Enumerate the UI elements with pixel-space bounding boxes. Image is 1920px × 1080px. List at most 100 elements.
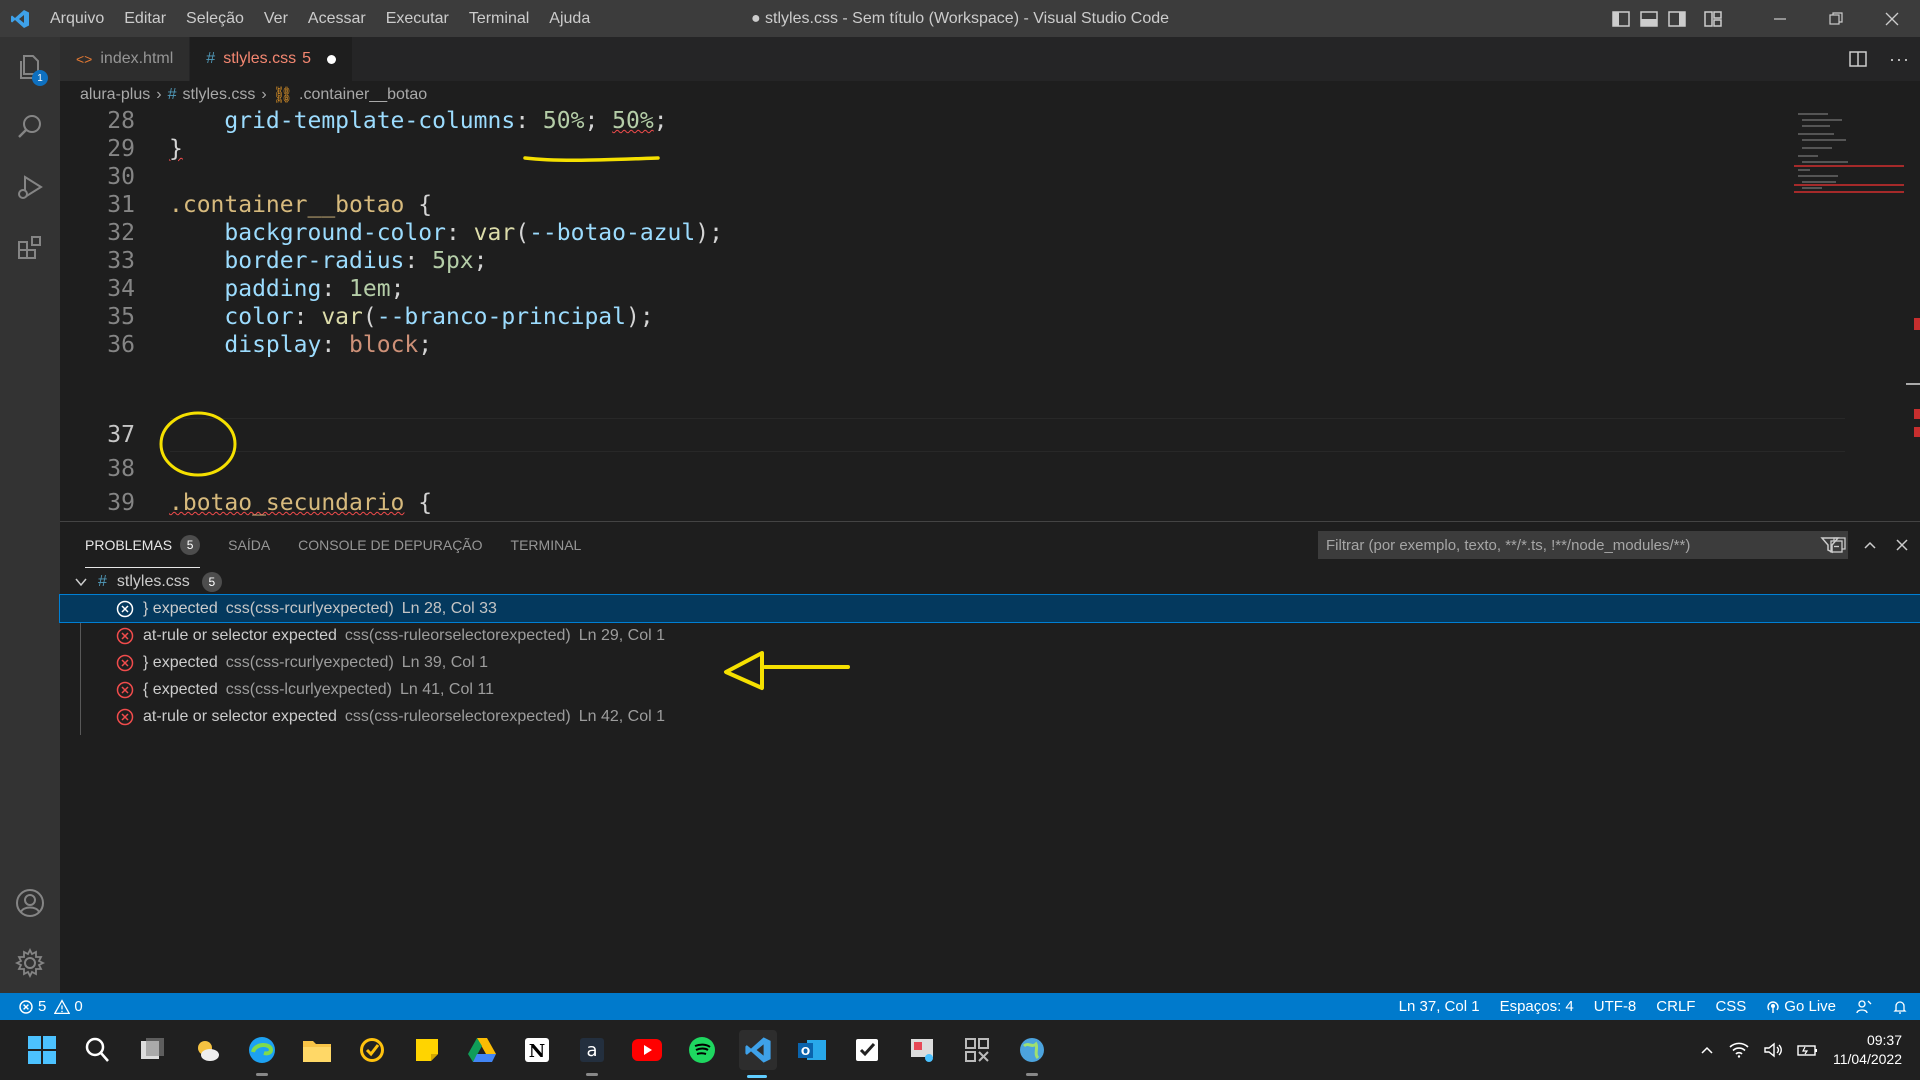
language-mode[interactable]: CSS (1715, 998, 1746, 1015)
toggle-secondary-sidebar-icon[interactable] (1668, 10, 1686, 27)
tab-label: stlyles.css (223, 50, 297, 67)
taskbar-amazon[interactable]: a (574, 1032, 610, 1076)
taskbar-google-drive[interactable] (464, 1032, 500, 1068)
sticky-note-icon (416, 1039, 438, 1061)
toggle-sidebar-icon[interactable] (1612, 10, 1630, 27)
problem-location: Ln 28, Col 33 (401, 599, 497, 617)
restore-button[interactable] (1808, 0, 1864, 37)
notifications-bell-icon[interactable] (1892, 999, 1908, 1015)
error-icon (116, 600, 134, 617)
taskbar-globe-app[interactable] (1014, 1032, 1050, 1076)
line-number: 39 (107, 490, 135, 516)
battery-icon[interactable] (1797, 1042, 1819, 1058)
problem-item[interactable]: at-rule or selector expected css(css-rul… (60, 622, 1920, 649)
snipping-tool-icon (911, 1039, 933, 1062)
chevron-up-icon[interactable] (1699, 1042, 1715, 1058)
menu-acessar[interactable]: Acessar (298, 10, 376, 28)
css-icon: # (206, 50, 216, 67)
go-live-button[interactable]: Go Live (1766, 998, 1836, 1015)
taskbar-notion[interactable]: N (519, 1032, 555, 1068)
task-view-icon (141, 1038, 164, 1059)
taskbar-sticky-notes[interactable] (409, 1032, 445, 1068)
encoding[interactable]: UTF-8 (1594, 998, 1637, 1015)
menu-executar[interactable]: Executar (376, 10, 459, 28)
customize-layout-icon[interactable] (1704, 10, 1722, 27)
taskbar-outlook[interactable]: O (794, 1032, 830, 1068)
accounts-button[interactable] (0, 873, 60, 933)
feedback-icon[interactable] (1856, 999, 1872, 1015)
minimize-button[interactable] (1752, 0, 1808, 37)
taskbar-spotify[interactable] (684, 1032, 720, 1068)
taskbar-file-explorer[interactable] (299, 1032, 335, 1068)
more-actions-icon[interactable]: ··· (1889, 49, 1910, 70)
indentation[interactable]: Espaços: 4 (1500, 998, 1574, 1015)
close-panel-icon[interactable] (1894, 537, 1910, 553)
toggle-panel-icon[interactable] (1640, 10, 1658, 27)
tab-problemas[interactable]: PROBLEMAS 5 (85, 522, 201, 568)
cursor-position[interactable]: Ln 37, Col 1 (1399, 998, 1480, 1015)
explorer-button[interactable]: 1 (0, 37, 60, 97)
close-window-button[interactable] (1864, 0, 1920, 37)
problem-message: { expected (143, 680, 218, 698)
line-code: grid-template-columns: 50%; 50%; (169, 109, 668, 134)
menu-ajuda[interactable]: Ajuda (539, 10, 600, 28)
taskbar-app-norton[interactable] (354, 1032, 390, 1068)
taskbar-app-grid[interactable] (959, 1032, 995, 1068)
taskbar-task-view[interactable] (134, 1032, 170, 1068)
maximize-panel-icon[interactable] (1862, 537, 1878, 553)
problem-location: Ln 42, Col 1 (578, 707, 666, 725)
title-bar: Arquivo Editar Seleção Ver Acessar Execu… (0, 0, 1920, 37)
line-number: 31 (107, 192, 135, 218)
line-number: 29 (107, 136, 135, 162)
problems-file-header[interactable]: # stlyles.css 5 (74, 569, 222, 595)
code-editor[interactable]: 28 grid-template-columns: 50%; 50%; 29 }… (60, 109, 1920, 521)
taskbar-snipping-tool[interactable] (904, 1032, 940, 1068)
breadcrumb-symbol[interactable]: .container__botao (299, 86, 427, 104)
tab-stlyles-css[interactable]: # stlyles.css 5 (190, 37, 353, 81)
menu-ver[interactable]: Ver (254, 10, 298, 28)
problem-item[interactable]: } expected css(css-rcurlyexpected) Ln 28… (59, 594, 1920, 623)
menu-terminal[interactable]: Terminal (459, 10, 539, 28)
start-button[interactable] (24, 1032, 60, 1068)
tab-terminal[interactable]: TERMINAL (511, 522, 582, 568)
problem-item[interactable]: } expected css(css-rcurlyexpected) Ln 39… (60, 649, 1920, 676)
taskbar-youtube[interactable] (629, 1032, 665, 1068)
collapse-all-icon[interactable] (1830, 537, 1846, 553)
app-grid-icon (965, 1038, 989, 1062)
breadcrumb-root[interactable]: alura-plus (80, 86, 150, 104)
edge-icon (249, 1037, 275, 1063)
tab-index-html[interactable]: <> index.html (60, 37, 191, 81)
wifi-icon[interactable] (1729, 1042, 1749, 1058)
taskbar-vscode[interactable] (739, 1030, 777, 1078)
volume-icon[interactable] (1763, 1042, 1783, 1058)
menu-arquivo[interactable]: Arquivo (40, 10, 114, 28)
end-of-line[interactable]: CRLF (1656, 998, 1695, 1015)
minimap[interactable] (1794, 109, 1904, 521)
split-editor-icon[interactable] (1849, 51, 1867, 67)
tab-saida[interactable]: SAÍDA (228, 522, 270, 568)
taskbar-todo[interactable] (849, 1032, 885, 1068)
taskbar-weather[interactable] (189, 1032, 225, 1068)
status-bar: 5 0 Ln 37, Col 1 Espaços: 4 UTF-8 CRLF C… (0, 993, 1920, 1020)
unsaved-dot-icon[interactable] (327, 54, 336, 64)
problems-filter-input[interactable]: Filtrar (por exemplo, texto, **/*.ts, !*… (1318, 531, 1848, 559)
manage-button[interactable] (0, 933, 60, 993)
breadcrumb-file[interactable]: stlyles.css (183, 86, 256, 104)
run-debug-button[interactable] (0, 157, 60, 217)
html-icon: <> (76, 51, 93, 67)
problem-item[interactable]: { expected css(css-lcurlyexpected) Ln 41… (60, 676, 1920, 703)
problem-source: css(css-rcurlyexpected) (225, 653, 394, 671)
menu-selecao[interactable]: Seleção (176, 10, 254, 28)
problems-status[interactable]: 5 0 (0, 998, 83, 1015)
taskbar-search[interactable] (79, 1032, 115, 1068)
taskbar-edge[interactable] (244, 1032, 280, 1076)
clock[interactable]: 09:37 11/04/2022 (1833, 1031, 1902, 1069)
extensions-button[interactable] (0, 217, 60, 277)
problem-item[interactable]: at-rule or selector expected css(css-rul… (60, 703, 1920, 730)
search-icon (18, 115, 41, 138)
vertical-scrollbar[interactable] (1904, 109, 1920, 521)
svg-text:N: N (529, 1041, 545, 1062)
tab-console-depuracao[interactable]: CONSOLE DE DEPURAÇÃO (298, 522, 482, 568)
search-button[interactable] (0, 97, 60, 157)
menu-editar[interactable]: Editar (114, 10, 176, 28)
